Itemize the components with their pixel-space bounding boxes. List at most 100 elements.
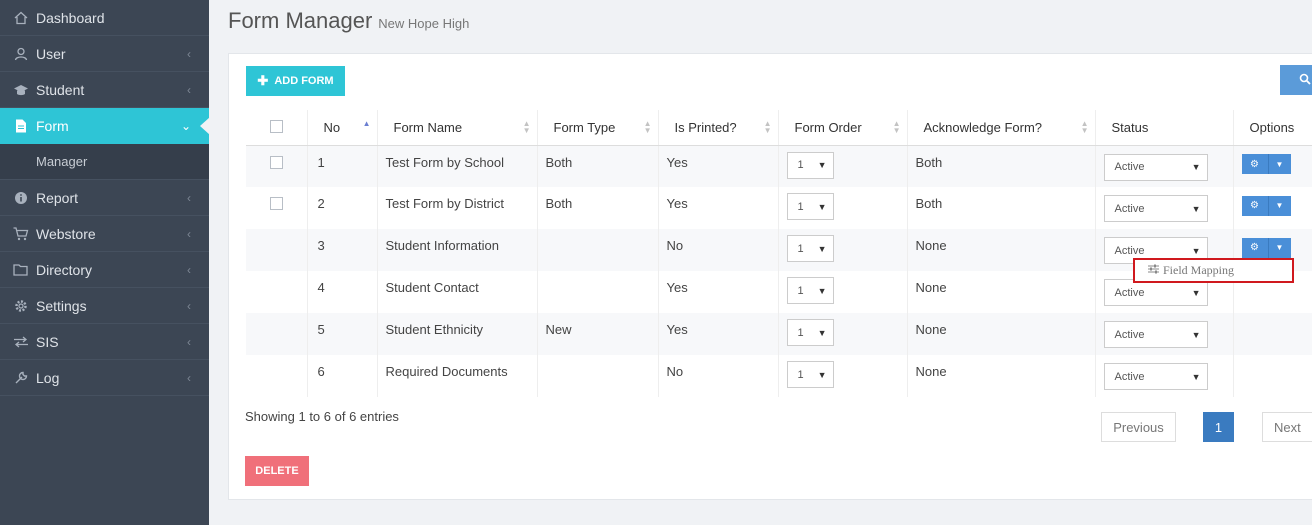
- cell-is-printed: No: [658, 229, 779, 271]
- caret-down-icon: ▼: [1191, 245, 1201, 256]
- options-button-group: ⚙ ▼: [1241, 237, 1291, 258]
- form-order-select[interactable]: 1 ▼: [786, 193, 834, 220]
- exchange-icon: [13, 334, 29, 350]
- sidebar-item-label: Log: [36, 369, 60, 386]
- caret-down-icon[interactable]: ▼: [1268, 154, 1291, 174]
- sidebar-item-report[interactable]: Report ‹: [0, 180, 209, 216]
- delete-button[interactable]: DELETE: [245, 456, 309, 486]
- column-header-form-order[interactable]: Form Order ▲ ▼: [778, 110, 908, 146]
- next-page-button[interactable]: Next: [1262, 412, 1312, 442]
- sidebar-item-log[interactable]: Log ‹: [0, 360, 209, 396]
- row-select-cell: [246, 187, 308, 229]
- plus-icon: ✚: [257, 73, 269, 88]
- status-select[interactable]: Active ▼: [1103, 153, 1208, 181]
- sliders-icon: [1148, 264, 1159, 277]
- sort-icon: ▲ ▼: [763, 119, 772, 135]
- chevron-left-icon: ‹: [187, 191, 191, 205]
- sidebar-item-webstore[interactable]: Webstore ‹: [0, 216, 209, 252]
- caret-down-icon: ▼: [1191, 203, 1201, 214]
- add-form-button[interactable]: ✚ ADD FORM: [246, 66, 345, 96]
- chevron-left-icon: ‹: [187, 263, 191, 277]
- cell-form-name: Student Information: [377, 229, 538, 271]
- page-1-button[interactable]: 1: [1203, 412, 1234, 442]
- gear-icon[interactable]: ⚙: [1241, 237, 1269, 258]
- status-select[interactable]: Active ▼: [1103, 195, 1208, 222]
- sidebar-subitem-manager[interactable]: Manager: [0, 144, 209, 180]
- sidebar: Dashboard User ‹ Student ‹ Form ⌄ Manage…: [0, 0, 210, 525]
- cell-form-order: 1 ▼: [778, 271, 908, 313]
- options-dropdown-field-mapping[interactable]: Field Mapping: [1133, 258, 1294, 283]
- cell-form-order: 1 ▼: [778, 187, 908, 229]
- status-select[interactable]: Active ▼: [1103, 321, 1208, 348]
- wrench-icon: [13, 370, 29, 386]
- chevron-left-icon: ‹: [187, 371, 191, 385]
- sidebar-item-label: User: [36, 45, 66, 62]
- sort-icon: ▲ ▼: [522, 119, 531, 135]
- cell-status: Active ▼: [1095, 187, 1234, 229]
- sidebar-item-student[interactable]: Student ‹: [0, 72, 209, 108]
- cell-form-name: Required Documents: [377, 355, 538, 397]
- gear-icon[interactable]: ⚙: [1241, 154, 1269, 174]
- cell-form-type: New: [537, 313, 659, 355]
- form-order-select[interactable]: 1 ▼: [786, 319, 834, 346]
- status-select[interactable]: Active ▼: [1103, 279, 1208, 306]
- column-header-form-type[interactable]: Form Type ▲ ▼: [537, 110, 659, 146]
- form-order-select[interactable]: 1 ▼: [786, 277, 834, 304]
- cell-form-type: Both: [537, 187, 659, 229]
- sidebar-item-label: SIS: [36, 333, 59, 350]
- row-select-cell: [246, 145, 308, 187]
- sidebar-item-sis[interactable]: SIS ‹: [0, 324, 209, 360]
- cell-status: Active ▼: [1095, 355, 1234, 397]
- cart-icon: [13, 226, 29, 242]
- row-select-cell: [246, 271, 308, 313]
- previous-page-button[interactable]: Previous: [1101, 412, 1176, 442]
- column-header-form-name[interactable]: Form Name ▲ ▼: [377, 110, 538, 146]
- cell-form-order: 1 ▼: [778, 229, 908, 271]
- chevron-left-icon: ‹: [187, 83, 191, 97]
- page-header: Form Manager New Hope High: [228, 8, 469, 34]
- caret-down-icon[interactable]: ▼: [1268, 195, 1291, 216]
- form-order-select[interactable]: 1 ▼: [786, 361, 834, 388]
- row-select-cell: [246, 229, 308, 271]
- cell-form-order: 1 ▼: [778, 355, 908, 397]
- search-icon: [1299, 73, 1311, 88]
- column-header-is-printed[interactable]: Is Printed? ▲ ▼: [658, 110, 779, 146]
- select-all-checkbox[interactable]: [270, 119, 283, 133]
- sidebar-item-form[interactable]: Form ⌄: [0, 108, 210, 144]
- sidebar-item-label: Directory: [36, 261, 93, 278]
- chevron-left-icon: ‹: [187, 227, 191, 241]
- cell-status: Active ▼: [1095, 313, 1234, 355]
- cell-is-printed: Yes: [658, 313, 779, 355]
- gear-icon[interactable]: ⚙: [1241, 195, 1269, 216]
- form-order-select[interactable]: 1 ▼: [786, 235, 834, 262]
- column-header-no[interactable]: No ▲: [307, 110, 378, 146]
- chevron-down-icon: ⌄: [180, 119, 191, 133]
- cell-is-printed: Yes: [658, 187, 779, 229]
- sort-asc-icon: ▲: [362, 119, 371, 128]
- column-header-acknowledge[interactable]: Acknowledge Form? ▲ ▼: [907, 110, 1096, 146]
- row-select-cell: [246, 355, 308, 397]
- row-checkbox[interactable]: [270, 155, 283, 169]
- caret-down-icon[interactable]: ▼: [1268, 237, 1291, 258]
- table-row: 6 Required Documents No 1 ▼ None Active ▼: [246, 355, 1312, 397]
- column-header-options: Options: [1233, 110, 1312, 146]
- sidebar-item-directory[interactable]: Directory ‹: [0, 252, 209, 288]
- cell-form-order: 1 ▼: [778, 313, 908, 355]
- status-select[interactable]: Active ▼: [1103, 363, 1208, 390]
- sidebar-item-settings[interactable]: Settings ‹: [0, 288, 209, 324]
- home-icon: [13, 10, 29, 26]
- page-title: Form Manager: [228, 8, 373, 33]
- sidebar-item-user[interactable]: User ‹: [0, 36, 209, 72]
- form-order-select[interactable]: 1 ▼: [786, 151, 834, 179]
- table-row: 1 Test Form by School Both Yes 1 ▼ Both Active ▼…: [246, 145, 1312, 187]
- cell-acknowledge: None: [907, 313, 1096, 355]
- cell-acknowledge: None: [907, 271, 1096, 313]
- search-button[interactable]: [1280, 65, 1312, 95]
- sidebar-item-dashboard[interactable]: Dashboard: [0, 0, 209, 36]
- forms-table: No ▲ Form Name ▲ ▼ Form Type ▲ ▼ Is Printed? ▲…: [246, 110, 1312, 397]
- chevron-left-icon: ‹: [187, 335, 191, 349]
- cell-acknowledge: None: [907, 229, 1096, 271]
- cell-acknowledge: Both: [907, 145, 1096, 187]
- row-checkbox[interactable]: [270, 197, 283, 210]
- options-button-group: ⚙ ▼: [1241, 154, 1291, 174]
